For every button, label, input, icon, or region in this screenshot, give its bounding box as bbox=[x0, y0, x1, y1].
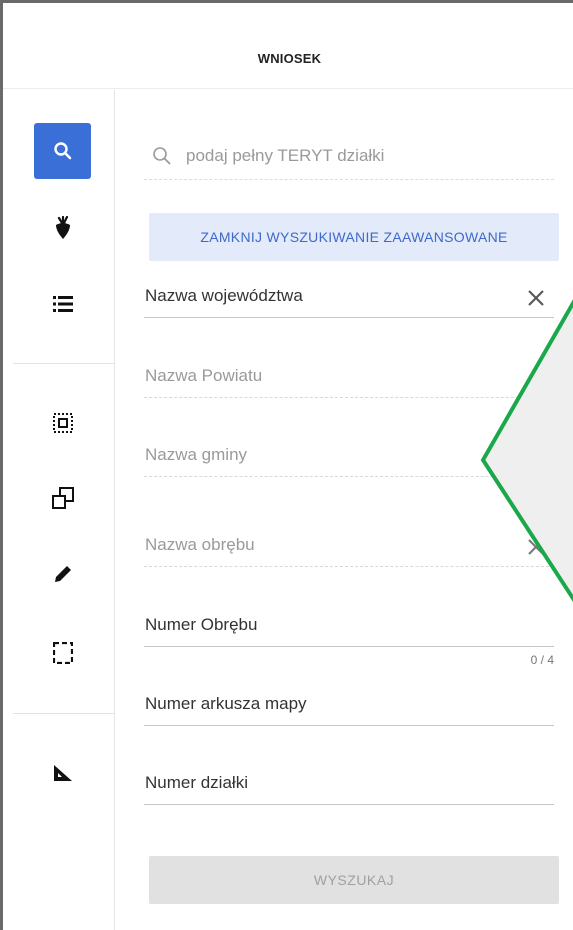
sidebar-item-search[interactable] bbox=[34, 123, 91, 179]
precinct-number-field[interactable]: Numer Obrębu bbox=[144, 607, 554, 647]
search-placeholder: podaj pełny TERYT działki bbox=[186, 145, 385, 165]
app-frame: WNIOSEK podaj pełny TERYT działki ZAMKNI… bbox=[0, 0, 573, 930]
copy-shapes-icon bbox=[51, 487, 74, 509]
pencil-icon bbox=[54, 566, 71, 582]
sidebar-item-copy-shapes[interactable] bbox=[34, 470, 91, 526]
search-panel: podaj pełny TERYT działki ZAMKNIJ WYSZUK… bbox=[116, 90, 573, 930]
sidebar-item-list[interactable] bbox=[34, 276, 91, 332]
sidebar-item-select-area[interactable] bbox=[34, 395, 91, 451]
header: WNIOSEK bbox=[3, 3, 573, 89]
map-sheet-field[interactable]: Numer arkusza mapy bbox=[144, 686, 554, 726]
list-icon bbox=[52, 296, 73, 312]
county-field[interactable]: Nazwa Powiatu bbox=[144, 358, 554, 398]
parcel-number-label: Numer działki bbox=[145, 773, 248, 792]
search-icon bbox=[53, 142, 71, 160]
parcel-number-field[interactable]: Numer działki bbox=[144, 765, 554, 805]
ruler-triangle-icon bbox=[53, 765, 72, 781]
precinct-label: Nazwa obrębu bbox=[145, 535, 255, 554]
sidebar bbox=[3, 90, 115, 930]
field-underline bbox=[144, 566, 554, 567]
sidebar-item-draw-rectangle[interactable] bbox=[34, 625, 91, 681]
character-counter: 0 / 4 bbox=[530, 653, 554, 667]
precinct-number-label: Numer Obrębu bbox=[145, 615, 258, 634]
close-icon[interactable] bbox=[526, 288, 546, 308]
close-icon[interactable] bbox=[526, 537, 546, 557]
select-area-icon bbox=[52, 413, 73, 433]
dashed-rectangle-icon bbox=[52, 642, 73, 664]
sidebar-item-edit[interactable] bbox=[34, 546, 91, 602]
field-underline bbox=[144, 725, 554, 726]
voivodeship-field[interactable]: Nazwa województwa bbox=[144, 278, 554, 318]
voivodeship-label: Nazwa województwa bbox=[145, 286, 303, 305]
commune-label: Nazwa gminy bbox=[145, 445, 248, 464]
page-title: WNIOSEK bbox=[257, 51, 322, 66]
sidebar-divider bbox=[13, 363, 115, 364]
field-underline bbox=[144, 804, 554, 805]
sidebar-item-measure[interactable] bbox=[34, 745, 91, 801]
map-sheet-label: Numer arkusza mapy bbox=[145, 694, 307, 713]
beet-icon bbox=[55, 216, 70, 239]
search-submit-button[interactable]: WYSZUKAJ bbox=[149, 856, 559, 904]
commune-field[interactable]: Nazwa gminy bbox=[144, 437, 554, 477]
field-underline bbox=[144, 476, 554, 477]
close-advanced-search-button[interactable]: ZAMKNIJ WYSZUKIWANIE ZAAWANSOWANE bbox=[149, 213, 559, 261]
sidebar-divider bbox=[13, 713, 115, 714]
precinct-field[interactable]: Nazwa obrębu bbox=[144, 527, 554, 567]
search-icon bbox=[153, 146, 171, 165]
field-underline bbox=[144, 317, 554, 318]
teryt-search-input[interactable]: podaj pełny TERYT działki bbox=[144, 132, 554, 180]
county-label: Nazwa Powiatu bbox=[145, 366, 263, 385]
field-underline bbox=[144, 397, 554, 398]
sidebar-item-crops[interactable] bbox=[34, 200, 91, 256]
field-underline bbox=[144, 646, 554, 647]
